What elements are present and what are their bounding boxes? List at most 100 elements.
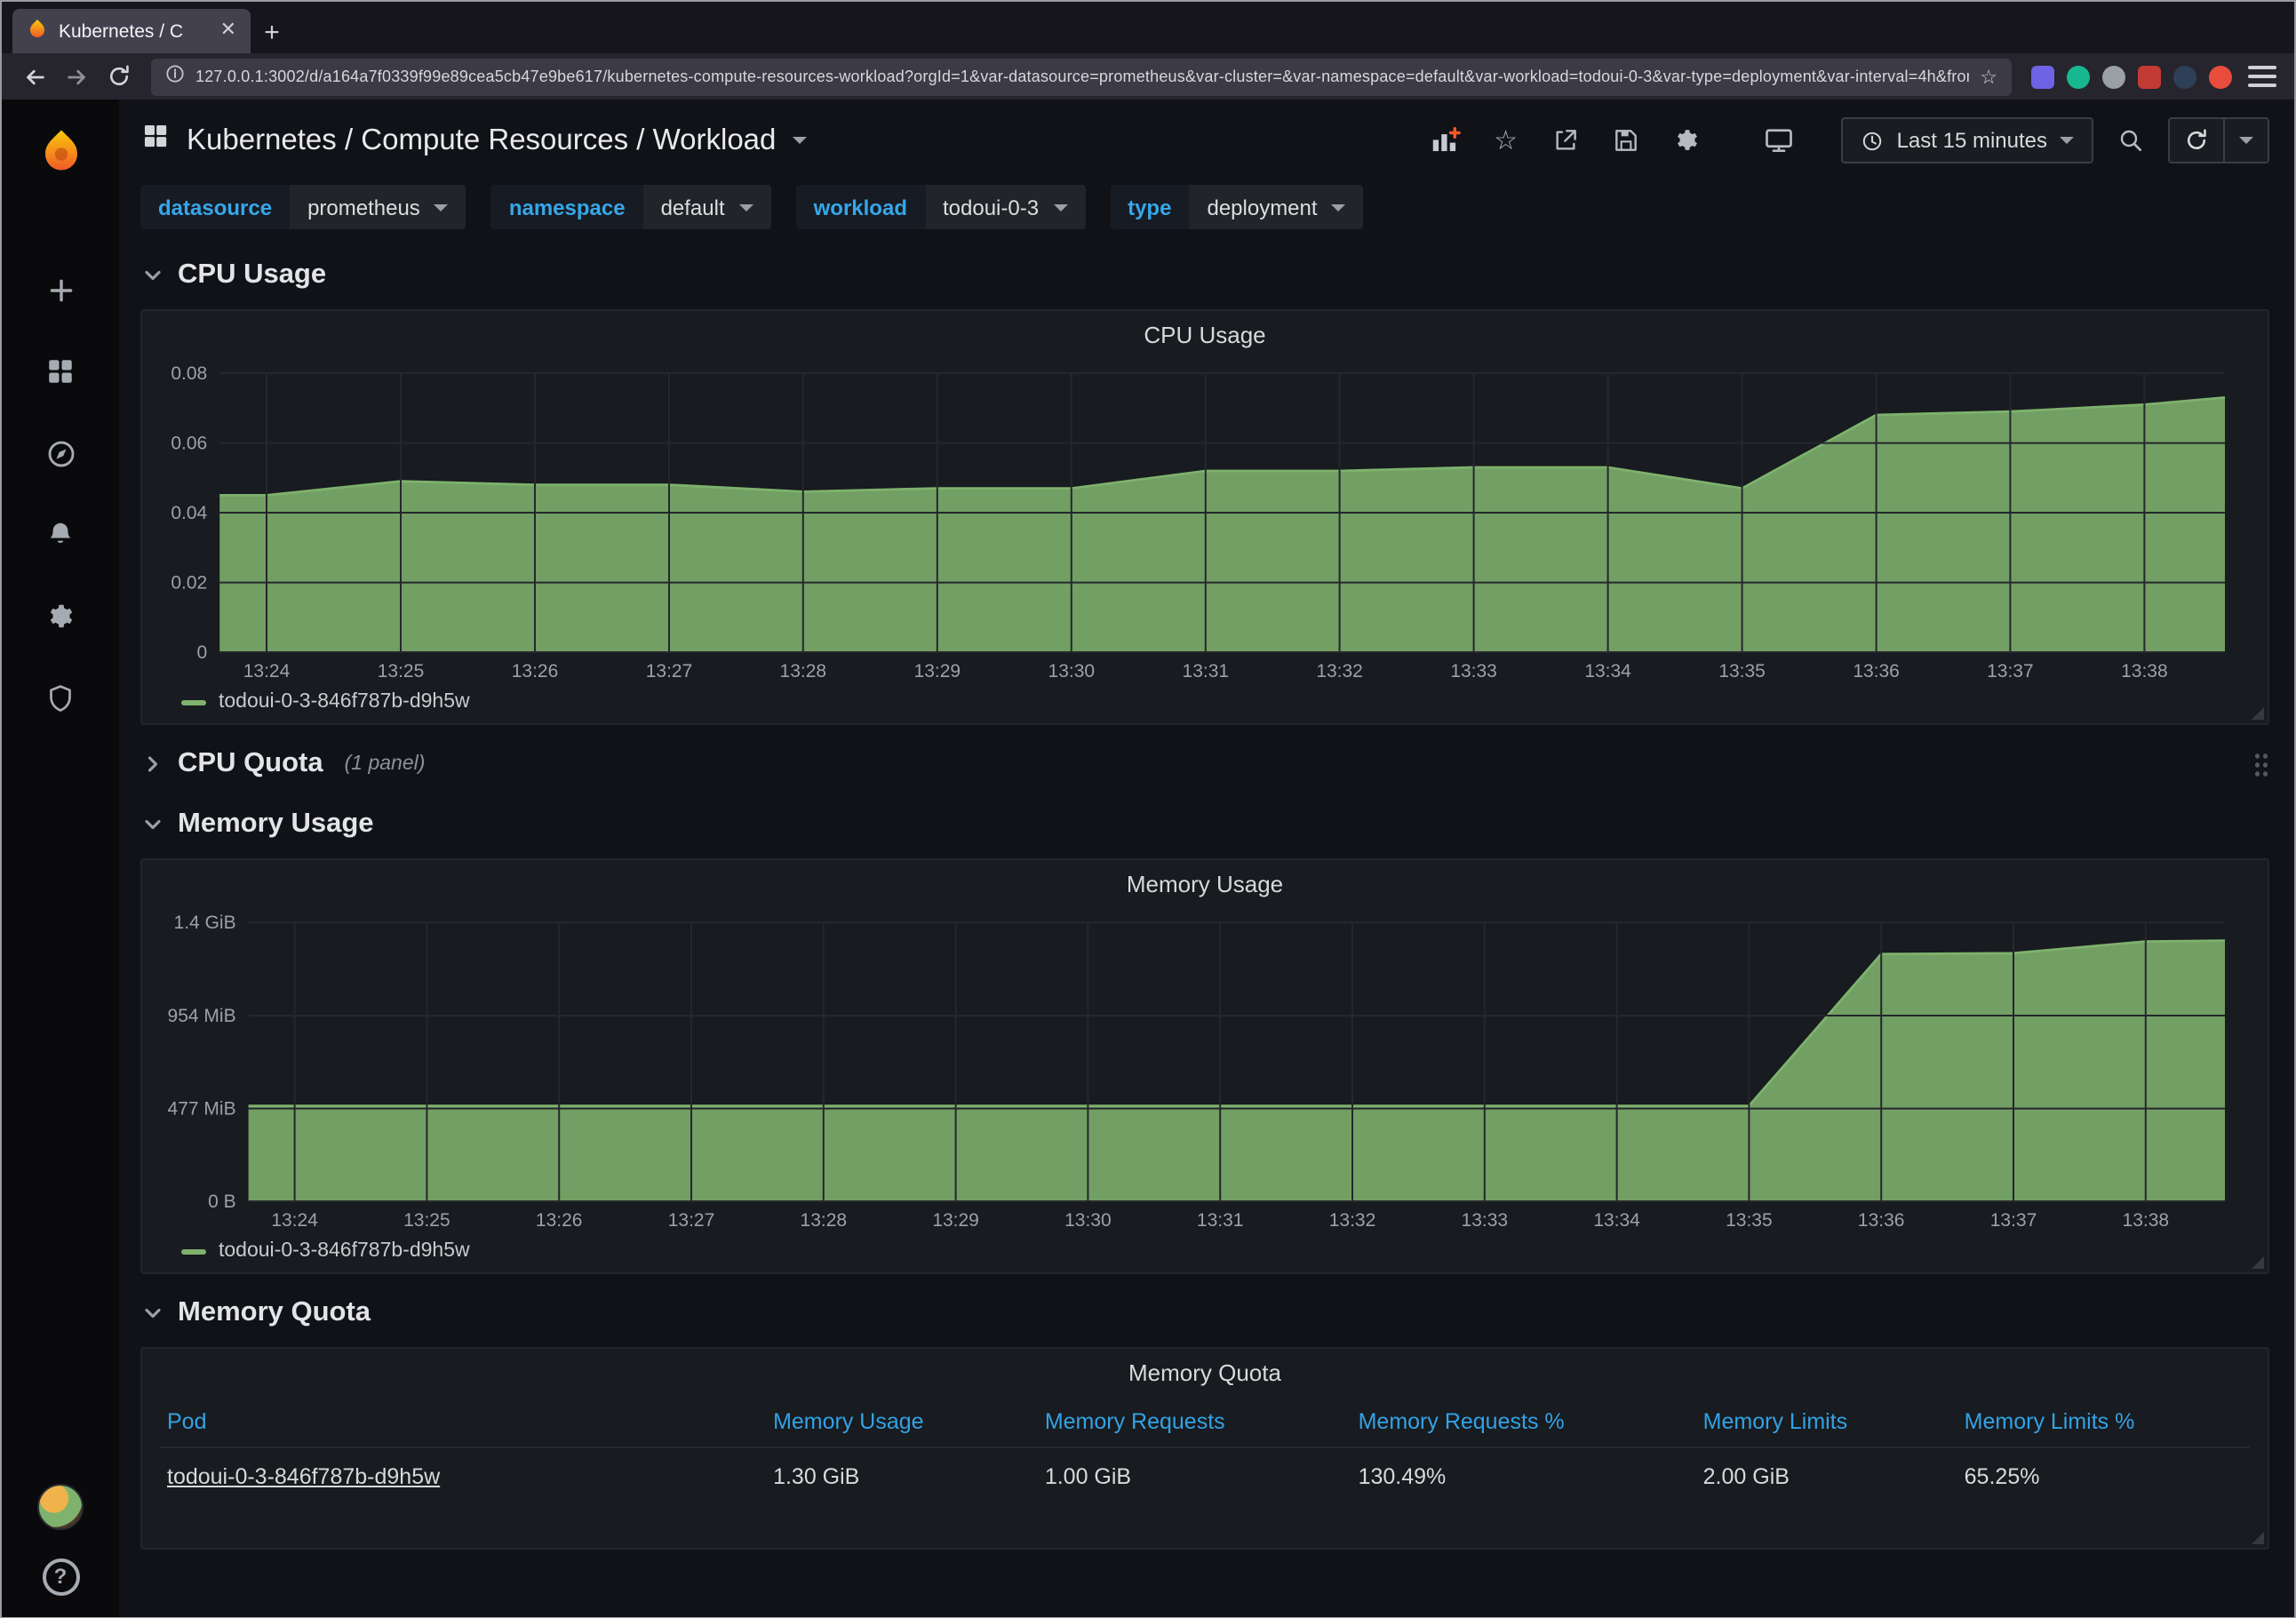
svg-text:13:25: 13:25 <box>403 1210 450 1231</box>
share-button[interactable] <box>1543 117 1590 163</box>
section-row-memory-usage[interactable]: Memory Usage <box>140 803 2269 846</box>
extension-icon-1[interactable] <box>2031 65 2054 88</box>
chevron-right-icon <box>140 752 165 777</box>
svg-text:13:27: 13:27 <box>668 1210 715 1231</box>
reload-icon[interactable] <box>98 59 140 94</box>
new-tab-button[interactable]: + <box>251 11 293 53</box>
svg-text:13:36: 13:36 <box>1853 661 1900 681</box>
svg-text:954 MiB: 954 MiB <box>168 1006 236 1026</box>
svg-text:13:26: 13:26 <box>512 661 559 681</box>
section-title: CPU Usage <box>178 259 326 291</box>
cell-memory-requests: 1.00 GiB <box>1038 1448 1351 1505</box>
column-header-memory-requests-pct[interactable]: Memory Requests % <box>1351 1395 1696 1448</box>
variable-label: type <box>1110 185 1189 229</box>
panel-resize-handle[interactable] <box>2252 1532 2264 1544</box>
dashboard-title-button[interactable]: Kubernetes / Compute Resources / Workloa… <box>140 121 806 160</box>
cpu-usage-chart[interactable]: 00.020.040.060.0813:2413:2513:2613:2713:… <box>156 357 2253 684</box>
sidebar-item-create[interactable] <box>2 249 119 331</box>
memory-quota-panel: Memory Quota Pod Memory Usage Memory Req… <box>140 1347 2269 1550</box>
help-icon[interactable]: ? <box>42 1558 79 1595</box>
panel-title[interactable]: CPU Usage <box>156 318 2253 357</box>
user-avatar[interactable] <box>37 1483 84 1529</box>
forward-icon[interactable] <box>55 59 98 94</box>
time-range-picker[interactable]: Last 15 minutes <box>1842 117 2093 163</box>
cell-memory-usage: 1.30 GiB <box>766 1448 1038 1505</box>
grafana-logo[interactable] <box>36 114 84 185</box>
extension-icon-4[interactable] <box>2138 65 2161 88</box>
zoom-out-button[interactable] <box>2108 117 2154 163</box>
svg-text:0.08: 0.08 <box>171 363 207 384</box>
menu-hamburger-icon[interactable] <box>2248 66 2276 87</box>
svg-text:13:29: 13:29 <box>932 1210 979 1231</box>
svg-text:13:27: 13:27 <box>646 661 693 681</box>
sidebar-item-server-admin[interactable] <box>2 658 119 739</box>
star-button[interactable]: ☆ <box>1483 117 1529 163</box>
extension-icon-2[interactable] <box>2067 65 2090 88</box>
svg-text:13:36: 13:36 <box>1858 1210 1905 1231</box>
column-header-memory-usage[interactable]: Memory Usage <box>766 1395 1038 1448</box>
svg-text:13:24: 13:24 <box>271 1210 318 1231</box>
column-header-pod[interactable]: Pod <box>160 1395 766 1448</box>
panel-resize-handle[interactable] <box>2252 707 2264 720</box>
panel-title[interactable]: Memory Usage <box>156 867 2253 906</box>
svg-text:13:28: 13:28 <box>801 1210 848 1231</box>
refresh-interval-dropdown[interactable] <box>2223 119 2268 162</box>
svg-text:13:34: 13:34 <box>1593 1210 1640 1231</box>
row-drag-handle[interactable] <box>2253 751 2269 777</box>
svg-text:477 MiB: 477 MiB <box>168 1099 236 1120</box>
variable-datasource: datasource prometheus <box>140 185 466 229</box>
panel-resize-handle[interactable] <box>2252 1256 2264 1269</box>
variable-value-dropdown[interactable]: prometheus <box>290 185 466 229</box>
sidebar-item-configuration[interactable] <box>2 576 119 658</box>
refresh-button[interactable] <box>2170 119 2223 162</box>
memory-usage-panel: Memory Usage 0 B477 MiB954 MiB1.4 GiB13:… <box>140 858 2269 1274</box>
legend-item[interactable]: todoui-0-3-846f787b-d9h5w <box>156 684 2253 720</box>
variable-label: datasource <box>140 185 290 229</box>
site-info-icon[interactable] <box>165 60 185 92</box>
sidebar-item-alerting[interactable] <box>2 494 119 576</box>
svg-text:0.02: 0.02 <box>171 573 207 594</box>
chevron-down-icon <box>1053 203 1067 211</box>
variable-value-dropdown[interactable]: default <box>643 185 771 229</box>
table-row: todoui-0-3-846f787b-d9h5w <box>160 1448 766 1505</box>
profile-icon[interactable] <box>2209 65 2232 88</box>
section-row-memory-quota[interactable]: Memory Quota <box>140 1292 2269 1335</box>
browser-tabstrip: Kubernetes / C ✕ + <box>2 2 2294 53</box>
svg-text:13:28: 13:28 <box>780 661 827 681</box>
url-bar[interactable]: 127.0.0.1:3002/d/a164a7f0339f99e89cea5cb… <box>151 58 2012 95</box>
extension-icon-5[interactable] <box>2173 65 2196 88</box>
section-row-cpu-usage[interactable]: CPU Usage <box>140 254 2269 297</box>
memory-quota-table: Pod Memory Usage Memory Requests Memory … <box>160 1395 2250 1505</box>
extension-icon-3[interactable] <box>2102 65 2125 88</box>
add-panel-button[interactable] <box>1423 117 1469 163</box>
svg-text:13:26: 13:26 <box>536 1210 583 1231</box>
chevron-down-icon <box>140 1301 165 1326</box>
column-header-memory-limits-pct[interactable]: Memory Limits % <box>1957 1395 2250 1448</box>
save-button[interactable] <box>1604 117 1650 163</box>
sidebar-item-explore[interactable] <box>2 412 119 494</box>
sidebar-item-dashboards[interactable] <box>2 331 119 412</box>
browser-navbar: 127.0.0.1:3002/d/a164a7f0339f99e89cea5cb… <box>2 53 2294 100</box>
bookmark-star-icon[interactable]: ☆ <box>1980 65 1997 88</box>
time-range-label: Last 15 minutes <box>1897 128 2047 153</box>
column-header-memory-limits[interactable]: Memory Limits <box>1696 1395 1957 1448</box>
back-icon[interactable] <box>12 59 55 94</box>
svg-text:13:30: 13:30 <box>1064 1210 1112 1231</box>
browser-tab[interactable]: Kubernetes / C ✕ <box>12 9 251 53</box>
cell-memory-limits: 2.00 GiB <box>1696 1448 1957 1505</box>
panel-title[interactable]: Memory Quota <box>160 1356 2250 1395</box>
memory-usage-chart[interactable]: 0 B477 MiB954 MiB1.4 GiB13:2413:2513:261… <box>156 906 2253 1233</box>
variable-label: workload <box>796 185 925 229</box>
variable-workload: workload todoui-0-3 <box>796 185 1085 229</box>
variable-type: type deployment <box>1110 185 1363 229</box>
section-row-cpu-quota[interactable]: CPU Quota (1 panel) <box>140 743 2269 785</box>
cycle-view-button[interactable] <box>1757 117 1803 163</box>
legend-item[interactable]: todoui-0-3-846f787b-d9h5w <box>156 1233 2253 1269</box>
variable-value-dropdown[interactable]: deployment <box>1189 185 1363 229</box>
panel-count: (1 panel) <box>345 753 426 775</box>
dashboard-settings-button[interactable] <box>1664 117 1710 163</box>
tab-close-icon[interactable]: ✕ <box>220 21 236 41</box>
pod-link[interactable]: todoui-0-3-846f787b-d9h5w <box>167 1464 440 1489</box>
column-header-memory-requests[interactable]: Memory Requests <box>1038 1395 1351 1448</box>
variable-value-dropdown[interactable]: todoui-0-3 <box>925 185 1085 229</box>
